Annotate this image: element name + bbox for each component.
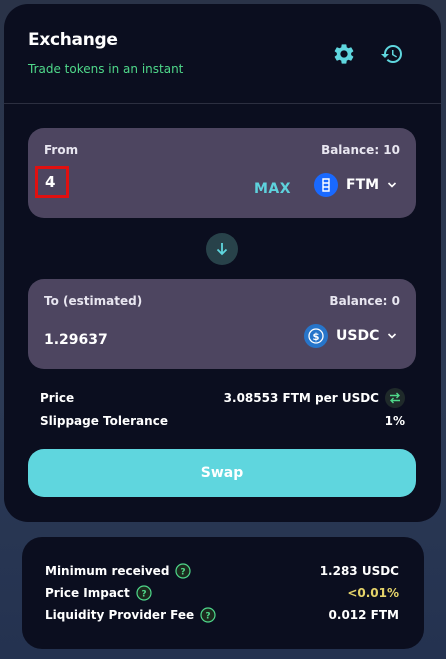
swap-arrows-icon xyxy=(390,392,400,404)
question-icon[interactable]: ? xyxy=(175,563,192,579)
slippage-value: 1% xyxy=(384,414,405,428)
exchange-card: Exchange Trade tokens in an instant From… xyxy=(4,4,441,522)
from-token-select[interactable]: FTM xyxy=(314,173,397,197)
to-panel: To (estimated) Balance: 0 1.29637 $ USDC xyxy=(28,279,416,369)
question-icon[interactable]: ? xyxy=(136,585,152,601)
price-label: Price xyxy=(40,391,75,405)
gear-icon xyxy=(334,44,354,64)
arrow-down-icon xyxy=(216,243,228,256)
to-token-name: USDC xyxy=(336,328,380,344)
svg-text:?: ? xyxy=(206,612,211,622)
header-divider xyxy=(4,103,441,104)
price-impact-label: Price Impact xyxy=(45,586,130,600)
swap-button[interactable]: Swap xyxy=(28,449,416,497)
switch-direction-button[interactable] xyxy=(206,233,238,265)
from-balance: Balance: 10 xyxy=(321,143,400,157)
to-label: To (estimated) xyxy=(44,294,143,308)
usdc-token-icon: $ xyxy=(304,324,328,348)
from-amount-input[interactable] xyxy=(35,166,69,198)
svg-text:?: ? xyxy=(141,590,146,600)
question-icon[interactable]: ? xyxy=(200,607,216,623)
to-amount[interactable]: 1.29637 xyxy=(44,332,108,348)
history-button[interactable] xyxy=(380,42,404,66)
lp-fee-label: Liquidity Provider Fee xyxy=(45,608,195,622)
min-received-row: Minimum received ? 1.283 USDC xyxy=(45,563,399,579)
min-received-value: 1.283 USDC xyxy=(319,564,399,578)
from-panel: From Balance: 10 MAX FTM xyxy=(28,128,416,218)
trade-details-card: Minimum received ? 1.283 USDC Price Impa… xyxy=(22,537,424,649)
history-icon xyxy=(381,45,402,64)
from-label: From xyxy=(44,143,79,157)
svg-text:$: $ xyxy=(313,332,320,343)
slippage-label: Slippage Tolerance xyxy=(40,414,168,428)
max-button[interactable]: MAX xyxy=(254,181,291,197)
lp-fee-value: 0.012 FTM xyxy=(328,608,399,622)
page-title: Exchange xyxy=(28,30,118,50)
price-value: 3.08553 FTM per USDC xyxy=(223,391,379,405)
price-impact-value: <0.01% xyxy=(347,586,399,600)
svg-text:?: ? xyxy=(181,568,186,578)
invert-price-button[interactable] xyxy=(385,388,405,408)
chevron-down-icon xyxy=(387,182,397,188)
lp-fee-row: Liquidity Provider Fee ? 0.012 FTM xyxy=(45,607,399,623)
price-impact-row: Price Impact ? <0.01% xyxy=(45,585,399,601)
settings-button[interactable] xyxy=(332,42,356,66)
ftm-token-icon xyxy=(314,173,338,197)
price-row: Price 3.08553 FTM per USDC xyxy=(40,388,405,408)
slippage-row: Slippage Tolerance 1% xyxy=(40,414,405,428)
page-subtitle: Trade tokens in an instant xyxy=(28,62,184,76)
min-received-label: Minimum received xyxy=(45,564,170,578)
from-token-name: FTM xyxy=(346,177,380,193)
to-balance: Balance: 0 xyxy=(329,294,400,308)
chevron-down-icon xyxy=(388,333,397,339)
to-token-select[interactable]: $ USDC xyxy=(304,324,397,348)
